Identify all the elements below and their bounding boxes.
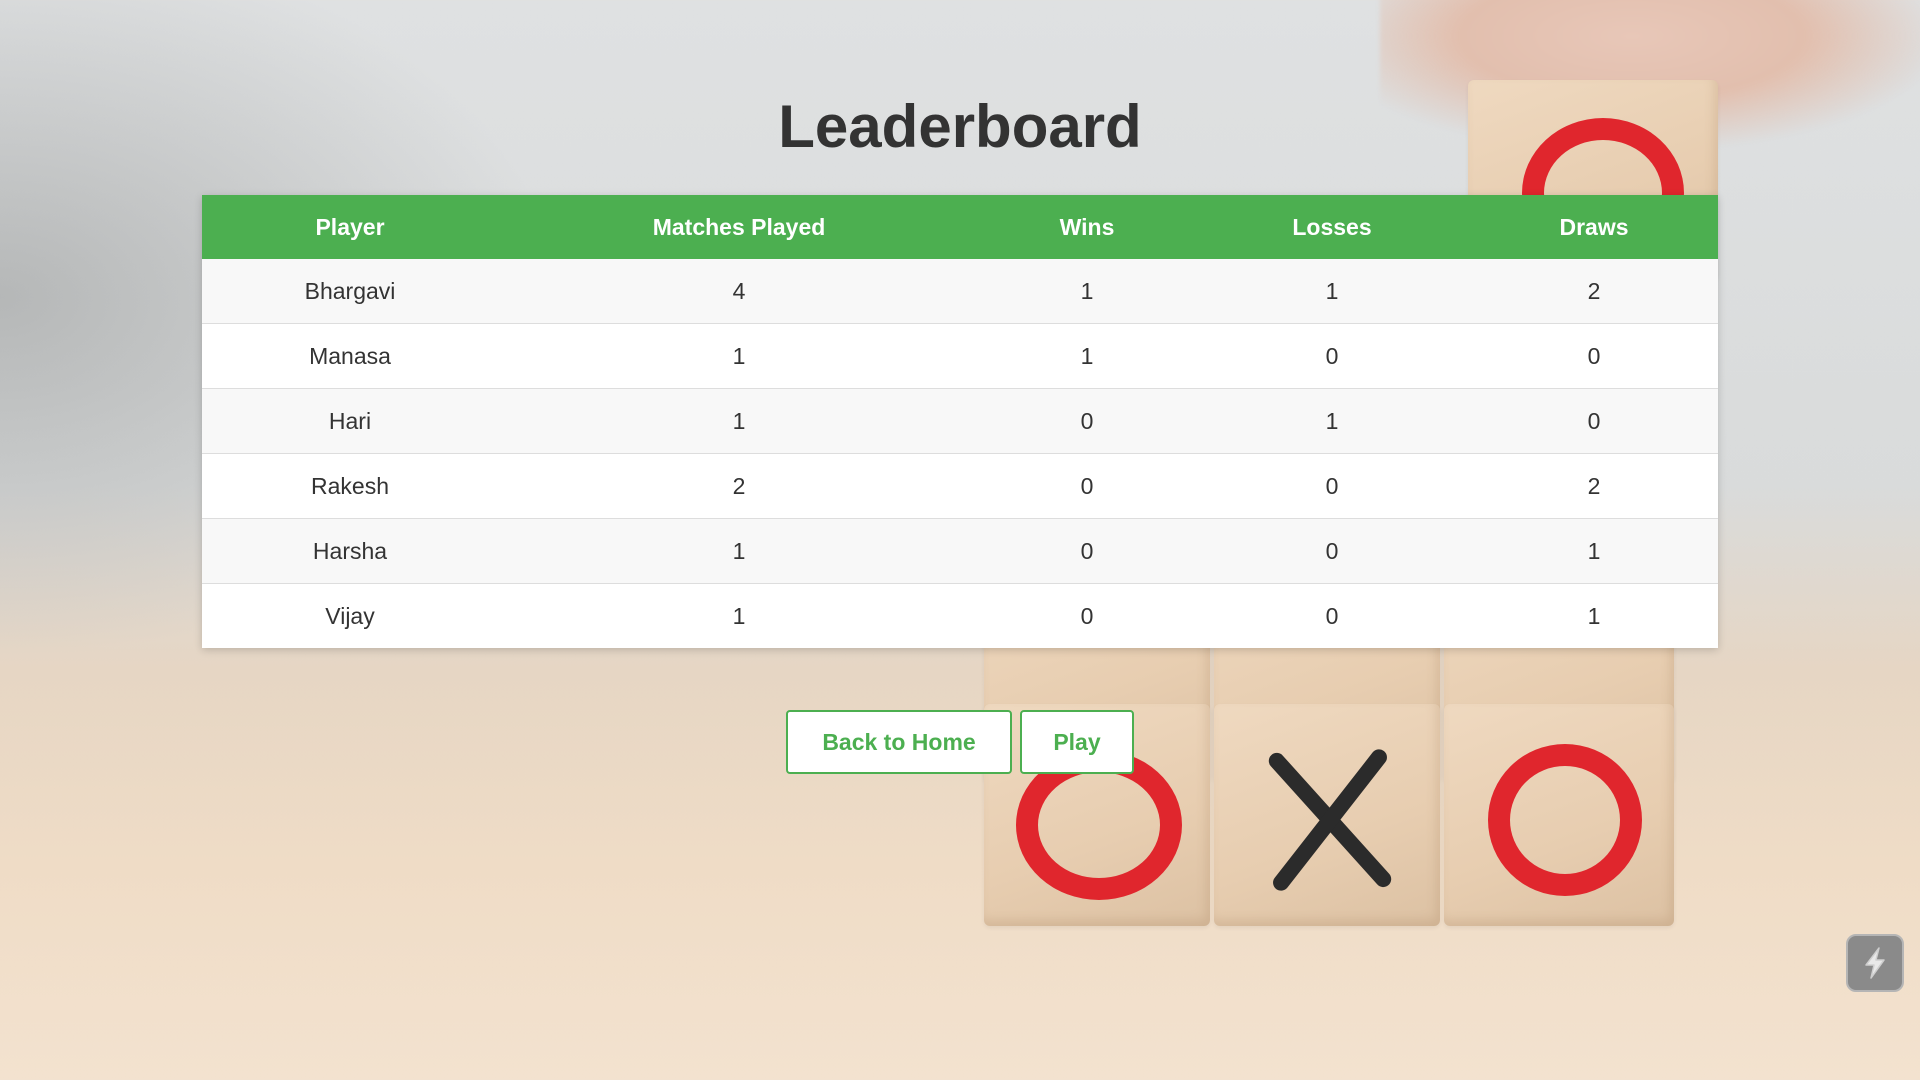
- floating-action-button[interactable]: [1846, 934, 1904, 992]
- draws-cell: 1: [1470, 583, 1718, 648]
- draws-cell: 0: [1470, 388, 1718, 454]
- action-buttons: Back to Home Play: [786, 710, 1134, 774]
- background-block: [1214, 704, 1440, 926]
- wins-cell: 0: [980, 518, 1194, 584]
- draws-cell: 2: [1470, 453, 1718, 519]
- matches-played-cell: 1: [498, 323, 980, 389]
- player-cell: Rakesh: [202, 453, 498, 519]
- table-row: Bhargavi 4 1 1 2: [202, 259, 1718, 324]
- losses-cell: 1: [1194, 388, 1470, 454]
- player-cell: Harsha: [202, 518, 498, 584]
- wins-cell: 0: [980, 583, 1194, 648]
- matches-played-cell: 1: [498, 518, 980, 584]
- column-header-matches-played: Matches Played: [498, 195, 980, 259]
- losses-cell: 0: [1194, 323, 1470, 389]
- lightning-bolt-icon: [1865, 947, 1885, 979]
- losses-cell: 1: [1194, 259, 1470, 324]
- matches-played-cell: 1: [498, 388, 980, 454]
- page-title: Leaderboard: [778, 93, 1142, 160]
- player-cell: Manasa: [202, 323, 498, 389]
- player-cell: Bhargavi: [202, 259, 498, 324]
- leaderboard-table: Player Matches Played Wins Losses Draws …: [202, 195, 1718, 648]
- losses-cell: 0: [1194, 583, 1470, 648]
- losses-cell: 0: [1194, 518, 1470, 584]
- play-button[interactable]: Play: [1020, 710, 1134, 774]
- matches-played-cell: 1: [498, 583, 980, 648]
- background-o-mark: [1488, 744, 1642, 896]
- background-x-mark: [1240, 740, 1420, 900]
- draws-cell: 1: [1470, 518, 1718, 584]
- column-header-draws: Draws: [1470, 195, 1718, 259]
- losses-cell: 0: [1194, 453, 1470, 519]
- table-row: Rakesh 2 0 0 2: [202, 453, 1718, 519]
- table-row: Harsha 1 0 0 1: [202, 518, 1718, 584]
- background-block: [1444, 704, 1674, 926]
- player-cell: Hari: [202, 388, 498, 454]
- table-row: Vijay 1 0 0 1: [202, 583, 1718, 648]
- matches-played-cell: 2: [498, 453, 980, 519]
- column-header-losses: Losses: [1194, 195, 1470, 259]
- player-cell: Vijay: [202, 583, 498, 648]
- column-header-wins: Wins: [980, 195, 1194, 259]
- wins-cell: 0: [980, 453, 1194, 519]
- table-row: Hari 1 0 1 0: [202, 388, 1718, 454]
- wins-cell: 1: [980, 259, 1194, 324]
- wins-cell: 0: [980, 388, 1194, 454]
- column-header-player: Player: [202, 195, 498, 259]
- draws-cell: 2: [1470, 259, 1718, 324]
- wins-cell: 1: [980, 323, 1194, 389]
- table-row: Manasa 1 1 0 0: [202, 323, 1718, 389]
- back-to-home-button[interactable]: Back to Home: [786, 710, 1012, 774]
- draws-cell: 0: [1470, 323, 1718, 389]
- table-header-row: Player Matches Played Wins Losses Draws: [202, 195, 1718, 259]
- matches-played-cell: 4: [498, 259, 980, 324]
